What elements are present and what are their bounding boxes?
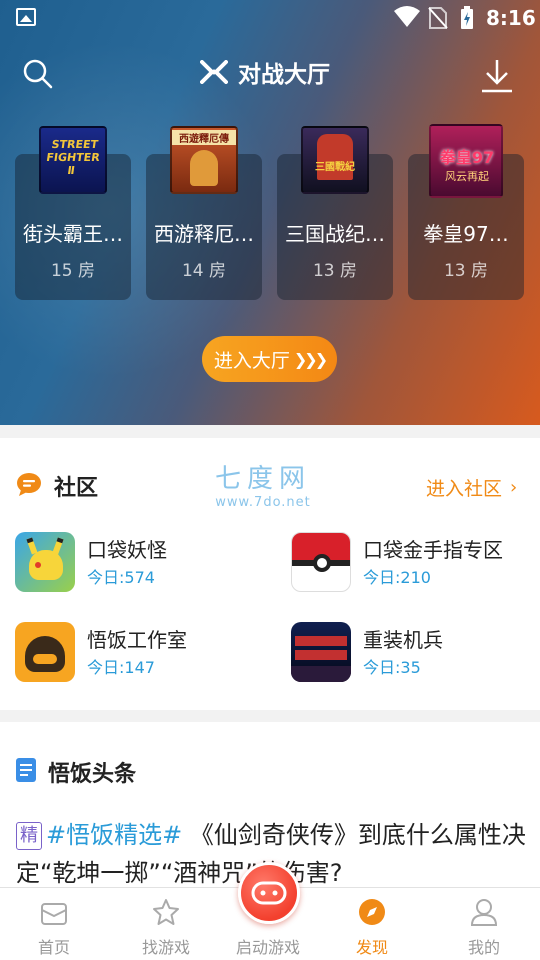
forum-item-cheats[interactable]: 口袋金手指专区 今日:210 — [291, 532, 540, 594]
room-count: 13 房 — [443, 261, 489, 281]
tab-profile[interactable]: 我的 — [430, 888, 538, 960]
room-count: 13 房 — [312, 261, 358, 281]
forum-item-pokemon[interactable]: 口袋妖怪 今日:574 — [15, 532, 265, 594]
user-icon — [470, 899, 498, 926]
enter-hall-label: 进入大厅 — [213, 349, 290, 372]
document-icon — [16, 758, 36, 782]
game-thumbnail: 三國戰紀 — [301, 126, 369, 194]
battle-swords-icon — [200, 60, 228, 84]
forum-today-count: 今日:210 — [363, 568, 431, 587]
community-section: 社区 七度网 www.7do.net 进入社区 › 口袋妖怪 今日:574 口袋… — [0, 438, 540, 710]
game-card-xiyou[interactable]: 西遊釋厄傳 西游释厄… 14 房 — [146, 126, 262, 300]
game-thumbnail: STREET FIGHTER Ⅱ — [39, 126, 107, 194]
room-count: 15 房 — [50, 261, 96, 281]
search-icon[interactable] — [22, 58, 54, 90]
enter-community-link[interactable]: 进入社区 › — [426, 474, 517, 501]
featured-badge: 精 — [16, 822, 42, 850]
forum-name: 口袋金手指专区 — [363, 538, 503, 562]
game-name: 三国战纪… — [285, 222, 385, 246]
forum-name: 口袋妖怪 — [87, 538, 167, 562]
game-name: 街头霸王… — [23, 222, 123, 246]
forum-name: 悟饭工作室 — [87, 628, 187, 652]
battery-charging-icon — [461, 6, 473, 29]
forum-today-count: 今日:574 — [87, 568, 155, 587]
star-icon — [153, 899, 179, 925]
launch-game-button[interactable] — [238, 862, 300, 924]
forum-item-metal-max[interactable]: 重装机兵 今日:35 — [291, 622, 540, 684]
room-count: 14 房 — [181, 261, 227, 281]
double-chevron-right-icon: ❯❯❯ — [293, 349, 328, 369]
community-title: 社区 — [54, 476, 99, 501]
game-thumbnail: 拳皇97 风云再起 — [429, 124, 503, 198]
tab-find-games[interactable]: 找游戏 — [112, 888, 220, 960]
pokeball-icon — [291, 532, 351, 592]
status-bar: 8:16 — [0, 0, 540, 36]
tab-home[interactable]: 首页 — [0, 888, 108, 960]
watermark-logo: 七度网 www.7do.net — [215, 464, 312, 510]
game-name: 拳皇97… — [423, 222, 509, 246]
clock: 8:16 — [486, 6, 536, 30]
forum-item-wufan-studio[interactable]: 悟饭工作室 今日:147 — [15, 622, 265, 684]
wifi-icon — [394, 6, 420, 27]
forum-today-count: 今日:147 — [87, 658, 155, 677]
forum-today-count: 今日:35 — [363, 658, 421, 677]
enter-hall-button[interactable]: 进入大厅 ❯❯❯ — [202, 336, 337, 382]
game-name: 西游释厄… — [154, 222, 254, 246]
compass-icon — [359, 899, 385, 925]
wufan-studio-icon — [15, 622, 75, 682]
metal-max-icon — [291, 622, 351, 682]
no-sim-icon — [428, 7, 448, 29]
battle-hall-hero: 8:16 对战大厅 STREET FIGHTER Ⅱ 街头霸王… 15 房 西遊釋… — [0, 0, 540, 425]
forum-name: 重装机兵 — [363, 628, 443, 652]
photo-notification-icon — [16, 8, 36, 26]
game-thumbnail: 西遊釋厄傳 — [170, 126, 238, 194]
page-title: 对战大厅 — [200, 56, 330, 88]
gamepad-icon — [251, 881, 287, 905]
page-title-text: 对战大厅 — [238, 62, 330, 88]
enter-community-label: 进入社区 — [426, 478, 503, 500]
home-icon — [41, 903, 67, 925]
game-card-street-fighter[interactable]: STREET FIGHTER Ⅱ 街头霸王… 15 房 — [15, 126, 131, 300]
news-title: 悟饭头条 — [48, 762, 137, 787]
download-icon[interactable] — [480, 58, 514, 94]
pikachu-icon — [15, 532, 75, 592]
tab-discover[interactable]: 发现 — [318, 888, 426, 960]
chevron-right-icon: › — [510, 477, 518, 498]
article-tag: #悟饭精选# — [46, 821, 183, 849]
game-card-kof97[interactable]: 拳皇97 风云再起 拳皇97… 13 房 — [408, 124, 524, 300]
chat-bubble-icon — [17, 473, 41, 496]
game-card-sanguo[interactable]: 三國戰紀 三国战纪… 13 房 — [277, 126, 393, 300]
